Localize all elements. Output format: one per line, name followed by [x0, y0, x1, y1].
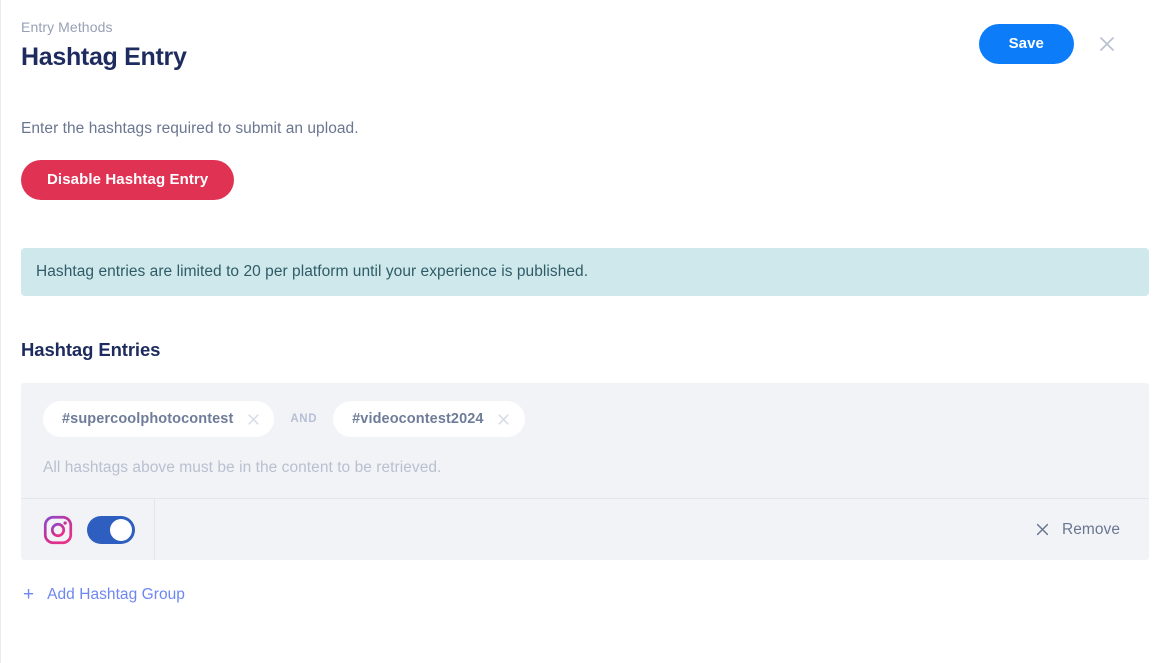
remove-platform-button[interactable]: Remove — [1035, 499, 1149, 560]
hashtag-chips-row: #supercoolphotocontest AND #videocontest… — [21, 383, 1149, 437]
hashtag-chip-label: #videocontest2024 — [352, 411, 484, 427]
section-heading: Hashtag Entries — [21, 339, 161, 360]
main-content: Enter the hashtags required to submit an… — [1, 119, 1168, 605]
hashtag-separator: AND — [290, 413, 318, 425]
hashtag-group-helper-text: All hashtags above must be in the conten… — [43, 459, 442, 476]
save-button[interactable]: Save — [978, 24, 1074, 64]
close-icon — [1035, 522, 1050, 537]
page-header: Entry Methods Hashtag Entry Save — [1, 0, 1168, 72]
breadcrumb: Entry Methods — [21, 19, 113, 35]
add-hashtag-group-label: Add Hashtag Group — [47, 585, 185, 603]
disable-hashtag-entry-button[interactable]: Disable Hashtag Entry — [21, 160, 235, 200]
close-icon[interactable] — [246, 412, 260, 426]
platform-row: Remove — [21, 498, 1149, 560]
hashtag-group-card: #supercoolphotocontest AND #videocontest… — [21, 383, 1149, 560]
header-titles: Entry Methods Hashtag Entry — [21, 16, 187, 72]
close-icon[interactable] — [1094, 31, 1120, 57]
hashtag-chip[interactable]: #supercoolphotocontest — [43, 401, 275, 437]
add-hashtag-group-button[interactable]: + Add Hashtag Group — [21, 585, 185, 604]
page-title: Hashtag Entry — [21, 43, 187, 71]
remove-platform-label: Remove — [1061, 520, 1120, 538]
header-actions: Save — [978, 16, 1148, 64]
hashtag-chip-label: #supercoolphotocontest — [62, 411, 234, 427]
hashtag-chip[interactable]: #videocontest2024 — [333, 401, 525, 437]
platform-enabled-toggle[interactable] — [87, 515, 135, 544]
info-banner: Hashtag entries are limited to 20 per pl… — [21, 248, 1149, 296]
close-icon[interactable] — [497, 412, 511, 426]
platform-spacer — [155, 499, 1035, 560]
description-text: Enter the hashtags required to submit an… — [21, 120, 359, 137]
platform-cell — [21, 499, 155, 560]
instagram-icon — [43, 515, 73, 544]
plus-icon: + — [23, 584, 35, 605]
info-banner-text: Hashtag entries are limited to 20 per pl… — [36, 263, 589, 280]
